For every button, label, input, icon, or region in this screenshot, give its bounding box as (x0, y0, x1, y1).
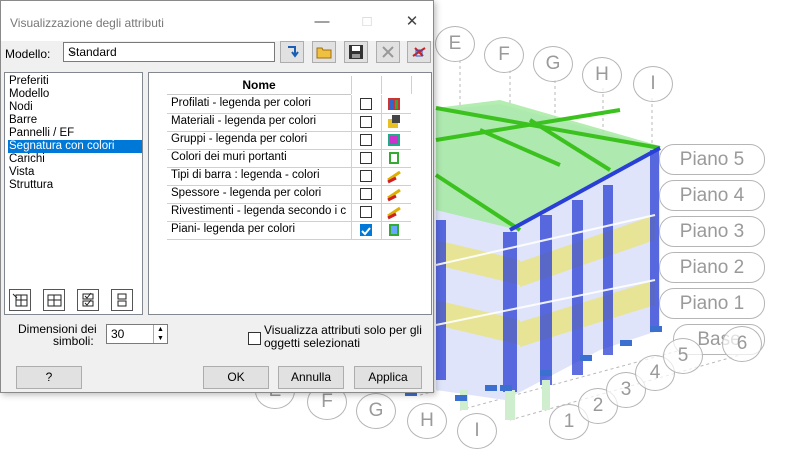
row-name: Colori dei muri portanti (171, 151, 287, 163)
row-name: Rivestimenti - legenda secondo i c... (171, 205, 347, 217)
maximize-button[interactable]: □ (346, 9, 388, 35)
list-item[interactable]: Preferiti (8, 75, 50, 88)
chevron-down-icon: ⌄ (68, 45, 78, 57)
list-item-selected[interactable]: Segnatura con colori (8, 140, 142, 153)
uncheck-list-icon (117, 293, 127, 307)
table-row[interactable]: Profilati - legenda per colori (167, 95, 411, 114)
title-bar: Visualizzazione degli attributi — □ ✕ (1, 1, 433, 41)
axis-number: 5 (663, 338, 703, 374)
row-name: Profilati - legenda per colori (171, 97, 311, 109)
model-label: Modello: (5, 47, 51, 61)
axis-label: H (582, 57, 622, 93)
axis-label: G (356, 393, 396, 429)
table-row[interactable]: Gruppi - legenda per colori (167, 131, 411, 150)
axis-label: H (407, 403, 447, 439)
level-label: Piano 1 (659, 288, 765, 319)
list-item[interactable]: Nodi (8, 101, 34, 114)
level-label: Piano 3 (659, 216, 765, 247)
table-add-icon (12, 293, 28, 307)
table-row[interactable]: Materiali - legenda per colori (167, 113, 411, 132)
help-button[interactable]: ? (16, 366, 82, 389)
check-all-button[interactable] (77, 289, 99, 311)
row-checkbox[interactable] (360, 188, 372, 200)
apply-button[interactable]: Applica (354, 366, 422, 389)
color-legend-icon (386, 222, 402, 241)
axis-label: E (435, 26, 475, 62)
list-item[interactable]: Carichi (8, 153, 46, 166)
add-attribute-button[interactable] (9, 289, 31, 311)
row-name: Spessore - legenda per colori (171, 187, 322, 199)
category-list[interactable]: Preferiti Modello Nodi Barre Pannelli / … (4, 72, 143, 315)
check-list-icon (82, 292, 94, 307)
level-label: Piano 4 (659, 180, 765, 211)
model-select[interactable]: Standard ⌄ (63, 42, 275, 62)
table-row[interactable]: Piani- legenda per colori (167, 221, 411, 240)
delete-icon (382, 46, 394, 58)
table-row[interactable]: Colori dei muri portanti (167, 149, 411, 168)
row-checkbox[interactable] (360, 224, 372, 236)
row-checkbox[interactable] (360, 134, 372, 146)
list-item[interactable]: Modello (8, 88, 50, 101)
table-icon (47, 294, 62, 307)
axis-label: I (633, 66, 673, 102)
row-checkbox[interactable] (360, 116, 372, 128)
folder-icon (316, 47, 332, 59)
selected-only-label-1: Visualizza attributi solo per gli (264, 323, 422, 337)
save-button[interactable] (344, 41, 368, 63)
axis-label: F (484, 37, 524, 73)
table-row[interactable]: Spessore - legenda per colori (167, 185, 411, 204)
selected-only-label-2: oggetti selezionati (264, 336, 361, 350)
row-checkbox[interactable] (360, 206, 372, 218)
open-folder-button[interactable] (312, 41, 336, 63)
table-row[interactable]: Rivestimenti - legenda secondo i c... (167, 203, 411, 222)
row-name: Tipi di barra : legenda - colori (171, 169, 320, 181)
uncheck-all-button[interactable] (111, 289, 133, 311)
attributes-grid[interactable]: Nome Profilati - legenda per colori Mater… (148, 72, 432, 315)
level-label: Piano 5 (659, 144, 765, 175)
table-row[interactable]: Tipi di barra : legenda - colori (167, 167, 411, 186)
reset-button[interactable] (407, 41, 431, 63)
save-icon (349, 45, 363, 59)
row-checkbox[interactable] (360, 152, 372, 164)
stepper-down-icon[interactable]: ▼ (153, 334, 167, 343)
symbol-size-stepper[interactable]: 30 ▲ ▼ (106, 324, 168, 344)
minimize-button[interactable]: — (301, 9, 343, 35)
close-button[interactable]: ✕ (391, 9, 433, 35)
edit-attribute-button[interactable] (43, 289, 65, 311)
selected-only-checkbox[interactable] (248, 332, 261, 345)
symbol-size-value: 30 (111, 327, 125, 341)
delete-button[interactable] (376, 41, 400, 63)
column-header-name: Nome (167, 76, 351, 95)
reset-icon (412, 47, 426, 57)
cancel-button[interactable]: Annulla (278, 366, 344, 389)
list-item[interactable]: Pannelli / EF (8, 127, 75, 140)
list-item[interactable]: Struttura (8, 179, 54, 192)
row-checkbox[interactable] (360, 170, 372, 182)
list-item[interactable]: Barre (8, 114, 38, 127)
arrow-down-icon (288, 46, 299, 58)
axis-number: 6 (722, 326, 762, 362)
row-name: Materiali - legenda per colori (171, 115, 317, 127)
stepper-up-icon[interactable]: ▲ (153, 325, 167, 334)
dialog-title: Visualizzazione degli attributi (10, 16, 164, 30)
attributes-dialog: Visualizzazione degli attributi — □ ✕ Mo… (0, 0, 434, 393)
row-name: Gruppi - legenda per colori (171, 133, 308, 145)
ok-button[interactable]: OK (203, 366, 269, 389)
axis-label: G (533, 46, 573, 82)
list-item[interactable]: Vista (8, 166, 35, 179)
load-button[interactable] (280, 41, 304, 63)
row-name: Piani- legenda per colori (171, 223, 296, 235)
axis-label: I (457, 413, 497, 449)
row-checkbox[interactable] (360, 98, 372, 110)
level-label: Piano 2 (659, 252, 765, 283)
symbol-size-label-2: simboli: (53, 334, 94, 348)
